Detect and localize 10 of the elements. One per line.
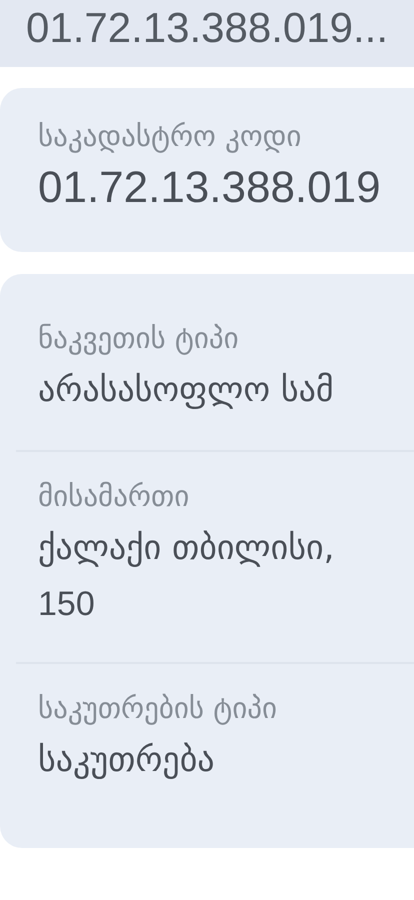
field-value: საკუთრება [38,739,216,782]
cadastral-code-value: 01.72.13.388.019 [38,162,382,214]
field-label: მისამართი [38,478,190,515]
field-label: საკადასტრო კოდი [38,118,302,155]
field-label: ნაკვეთის ტიპი [38,320,240,357]
field-value: 150 [38,584,96,625]
field-label: საკუთრების ტიპი [38,690,278,727]
cadastral-code-text: 01.72.13.388.019... [26,4,389,52]
field-value: ქალაქი თბილისი, [38,527,336,570]
field-value: არასასოფლო სამ [38,369,335,412]
